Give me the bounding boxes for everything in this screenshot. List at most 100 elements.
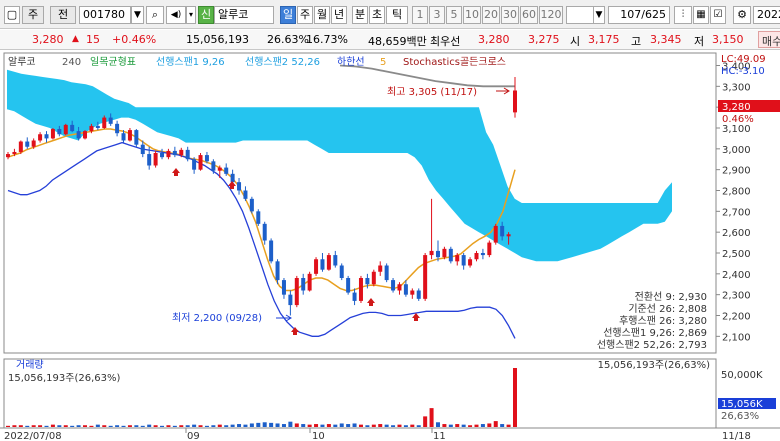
legend-span1[interactable]: 선행스팬1 9,26 [156,56,225,68]
speaker-icon[interactable]: ◀) [166,6,186,24]
volume-bar [461,424,466,427]
stock-chart[interactable]: 2,100 2,200 2,300 2,400 2,500 2,600 2,700 2,800… [0,50,780,441]
search-icon[interactable]: ⌕ [146,6,164,24]
candle-body [18,141,23,152]
candle-body [474,253,479,260]
volume-value-left: 15,056,193주(26,63%) [8,373,120,384]
period-tab-day[interactable]: 일 [280,6,296,24]
annotation-max: 최고 3,305 (11/17) [387,86,477,98]
buy-button[interactable]: 매수 [758,31,780,48]
volume-bar [172,425,177,427]
period-tab-week[interactable]: 주 [297,6,313,24]
volume-bar [397,424,402,427]
volume-bar [384,424,389,427]
volume-bar [147,424,152,427]
y-tick-label: 2,500 [722,249,751,260]
volume-tag: 15,056K [721,399,763,410]
period-tab-month[interactable]: 월 [314,6,330,24]
turnover-pct: 26.63% [267,33,309,46]
speaker-dropdown-icon[interactable]: ▾ [186,6,196,24]
interval-20[interactable]: 20 [482,6,500,24]
candle-body [410,290,415,295]
volume-bar [307,424,312,427]
candle-body [31,140,36,147]
gear-icon[interactable]: ⚙ [733,6,751,24]
period-tab-second[interactable]: 초 [369,6,385,24]
interval-10[interactable]: 10 [463,6,481,24]
dropdown-arrow-icon[interactable]: ▼ [131,6,144,24]
low-price: 3,150 [712,33,744,46]
interval-1[interactable]: 1 [412,6,428,24]
volume-bar [185,425,190,427]
window-icon[interactable]: ▢ [4,6,20,24]
indicator-value-1: 기준선 26: 2,808 [628,303,707,315]
volume-bar [455,424,460,427]
volume-bar [339,423,344,427]
credit-badge: 신 [198,6,214,24]
y-tick-label: 2,100 [722,332,751,343]
candle-body [134,130,139,145]
date-field[interactable]: 2022 [753,6,780,24]
candle [423,253,428,301]
volume-bar [320,424,325,427]
candle-body [429,250,434,256]
interval-60[interactable]: 60 [520,6,538,24]
candle-body [217,167,222,171]
volume-bar [513,368,517,427]
candle-body [166,150,171,158]
candle-body [326,255,331,270]
bid-price: 3,275 [528,33,560,46]
trade-amount: 48,659백만 [368,35,427,48]
interval-dropdown-icon[interactable]: ▼ [593,6,605,24]
volume-bar [333,424,338,427]
volume-bar [6,425,10,427]
legend-stochastics[interactable]: Stochastics골든크로스 [403,56,506,68]
candle-body [192,159,197,170]
grid-icon[interactable]: ▦ [693,6,709,24]
period-tab-year[interactable]: 년 [331,6,347,24]
chart-type-icon[interactable]: ⫶ [674,6,692,24]
volume-bar [25,425,30,427]
checkbox-icon[interactable]: ☑ [710,6,726,24]
x-label-2: 10 [312,431,325,441]
volume-bar [301,424,306,427]
volume-bar [269,422,274,427]
volume-bar [371,424,376,427]
volume-bar [179,425,184,427]
candle-body [435,250,440,258]
prev-button[interactable]: 전 [50,6,76,24]
volume-bar [314,424,319,427]
volume-bar [468,425,473,427]
volume-bar [166,425,171,427]
stock-name-field[interactable]: 알루코 [214,6,274,24]
candle-body [500,225,505,237]
legend-lower-line[interactable]: 하한선 [337,55,365,68]
volume-bar [127,425,132,427]
y-tick-label: 2,800 [722,187,751,198]
interval-3[interactable]: 3 [429,6,445,24]
interval-5[interactable]: 5 [446,6,462,24]
candle-body [70,124,75,132]
volume-bar [288,421,293,427]
period-tab-minute[interactable]: 분 [352,6,368,24]
interval-120[interactable]: 120 [539,6,563,24]
candle-body [365,278,370,285]
candle-body [480,253,485,256]
legend-ma5[interactable]: 5 [380,57,386,68]
legend-ichimoku[interactable]: 일목균형표 [90,56,136,68]
stock-code-input[interactable]: 001780 [79,6,131,24]
candle-body [493,225,498,243]
volume-bar [423,416,428,427]
volume-axis-label: 50,000K [721,370,763,381]
interval-30[interactable]: 30 [501,6,519,24]
current-price: 3,280 [32,33,64,46]
candle-body [185,149,190,160]
volume-title: 거래량 [16,359,44,371]
period-selector[interactable]: 주 [22,6,44,24]
legend-span2[interactable]: 선행스팬2 52,26 [245,56,320,68]
y-tick-label: 3,300 [722,82,751,93]
volume-bar [435,422,440,427]
candle-body [442,248,447,258]
period-tab-tick[interactable]: 틱 [386,6,408,24]
candle-body [6,154,10,158]
